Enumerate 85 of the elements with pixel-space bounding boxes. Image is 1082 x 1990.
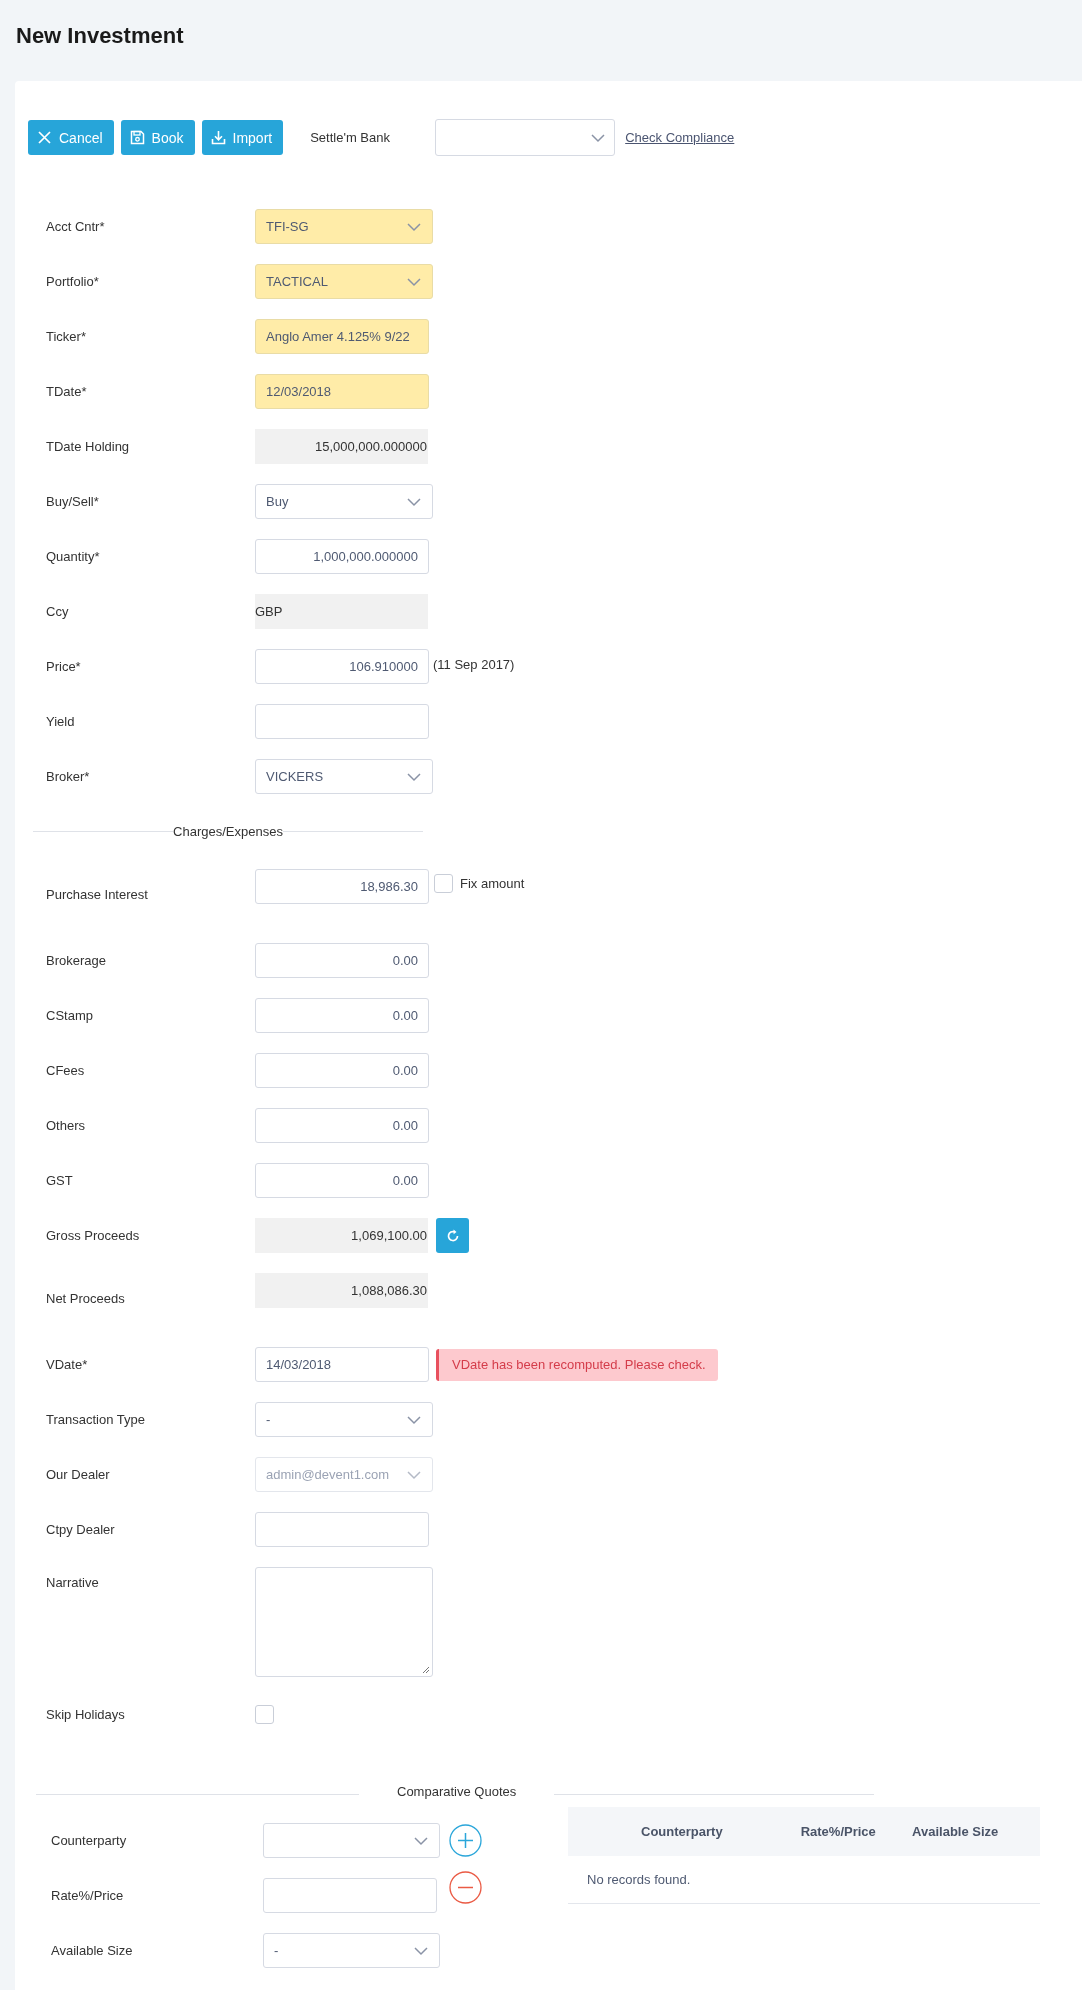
close-icon	[37, 130, 52, 145]
field-label: Settle'm Bank	[310, 130, 391, 145]
text-field[interactable]	[255, 704, 429, 739]
field-label: Quantity*	[46, 549, 101, 564]
checkbox-label: Fix amount	[460, 876, 525, 891]
value-field: 1,088,086.30	[255, 1273, 428, 1308]
field-label: Counterparty	[51, 1833, 128, 1848]
field-label: CStamp	[46, 1008, 94, 1023]
dropdown-field[interactable]: -	[255, 1402, 433, 1437]
dropdown-field[interactable]: TACTICAL	[255, 264, 433, 299]
settle-bank-select[interactable]	[435, 119, 616, 156]
chevron-down-icon	[413, 1835, 429, 1846]
chevron-down-icon	[406, 221, 422, 232]
chevron-down-icon	[406, 1414, 422, 1425]
chevron-down-icon	[413, 1945, 429, 1956]
field-label: Portfolio*	[46, 274, 100, 289]
field-label: Acct Cntr*	[46, 219, 106, 234]
refresh-icon	[445, 1228, 460, 1243]
value-field: GBP	[255, 594, 428, 629]
page-title: New Investment	[16, 23, 184, 49]
field-label: Ticker*	[46, 329, 87, 344]
text-field[interactable]: 12/03/2018	[255, 374, 429, 409]
dropdown-field[interactable]: TFI-SG	[255, 209, 433, 244]
narrative-field[interactable]	[255, 1567, 433, 1677]
add-circle-icon[interactable]	[449, 1824, 482, 1857]
text-field[interactable]: Anglo Amer 4.125% 9/22	[255, 319, 429, 354]
chevron-down-icon	[406, 276, 422, 287]
checkbox[interactable]	[434, 874, 453, 893]
chevron-down-icon	[406, 771, 422, 782]
field-label: Rate%/Price	[51, 1888, 125, 1903]
field-label: Price*	[46, 659, 82, 674]
text-field[interactable]: 18,986.30	[255, 869, 429, 904]
column-header: Available Size	[903, 1807, 1040, 1856]
field-label: TDate*	[46, 384, 88, 399]
field-label: Ccy	[46, 604, 70, 619]
field-label: Others	[46, 1118, 86, 1133]
field-label: Available Size	[51, 1943, 134, 1958]
text-field[interactable]: 1,000,000.000000	[255, 539, 429, 574]
text-field[interactable]: 0.00	[255, 998, 429, 1033]
section-heading: Comparative Quotes	[396, 1783, 518, 1799]
resize-grip-icon[interactable]	[422, 1666, 430, 1674]
remove-circle-icon[interactable]	[449, 1871, 482, 1904]
refresh-button[interactable]	[436, 1218, 469, 1253]
section-heading: Charges/Expenses	[173, 824, 283, 839]
text-field[interactable]: 14/03/2018	[255, 1347, 429, 1382]
warning-message: VDate has been recomputed. Please check.	[436, 1348, 718, 1381]
download-icon	[210, 130, 226, 145]
field-label: TDate Holding	[46, 439, 131, 454]
value-field: 1,069,100.00	[255, 1218, 428, 1253]
text-field[interactable]	[255, 1512, 429, 1547]
text-field[interactable]: 0.00	[255, 1163, 429, 1198]
value-field: 15,000,000.000000	[255, 429, 428, 464]
field-label: Narrative	[46, 1575, 100, 1590]
field-label: Our Dealer	[46, 1467, 111, 1482]
text-field[interactable]: 106.910000	[255, 649, 429, 684]
field-label: Purchase Interest	[46, 887, 149, 902]
chevron-down-icon	[406, 496, 422, 507]
field-label: Transaction Type	[46, 1412, 146, 1427]
field-label: VDate*	[46, 1357, 89, 1372]
dropdown-field[interactable]: Buy	[255, 484, 433, 519]
dropdown-field[interactable]: VICKERS	[255, 759, 433, 794]
field-label: Buy/Sell*	[46, 494, 100, 509]
price-date-note: (11 Sep 2017)	[433, 657, 515, 672]
field-label: GST	[46, 1173, 74, 1188]
text-field[interactable]: 0.00	[255, 1108, 429, 1143]
field-label: Net Proceeds	[46, 1291, 126, 1306]
field-label: Broker*	[46, 769, 91, 784]
chevron-down-icon	[590, 132, 607, 143]
field-label: Brokerage	[46, 953, 107, 968]
empty-table-message: No records found.	[568, 1856, 1040, 1904]
dropdown-field[interactable]: -	[263, 1933, 440, 1968]
checkbox[interactable]	[255, 1705, 274, 1724]
text-field[interactable]	[263, 1878, 437, 1913]
field-label: CFees	[46, 1063, 86, 1078]
column-header: Counterparty	[568, 1807, 796, 1856]
field-label: Gross Proceeds	[46, 1228, 141, 1243]
text-field[interactable]: 0.00	[255, 943, 429, 978]
text-field[interactable]: 0.00	[255, 1053, 429, 1088]
field-label: Skip Holidays	[46, 1707, 126, 1722]
field-label: Yield	[46, 714, 76, 729]
check-compliance-link[interactable]: Check Compliance	[625, 130, 735, 145]
field-label: Ctpy Dealer	[46, 1522, 116, 1537]
chevron-down-icon	[406, 1469, 422, 1480]
dropdown-field[interactable]	[263, 1823, 440, 1858]
column-header: Rate%/Price	[795, 1807, 904, 1856]
